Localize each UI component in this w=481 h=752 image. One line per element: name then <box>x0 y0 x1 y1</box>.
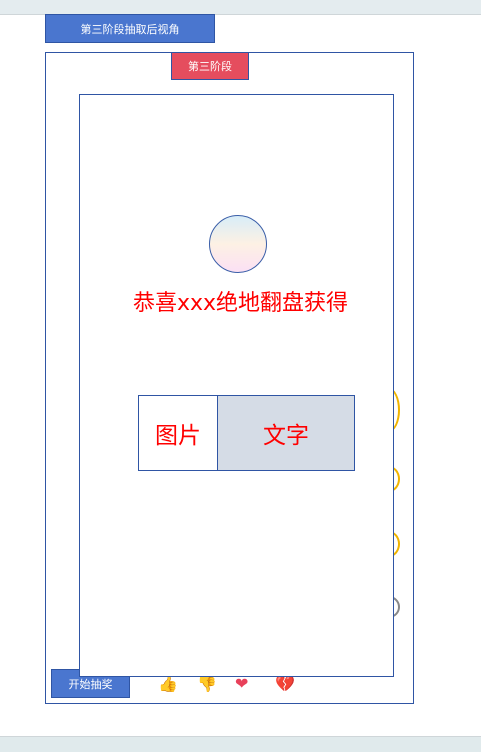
result-modal <box>79 94 394 677</box>
view-after-draw-button[interactable]: 第三阶段抽取后视角 <box>45 14 215 43</box>
prize-card: 图片 文字 <box>138 395 355 471</box>
prize-text: 文字 <box>218 396 354 470</box>
top-bar <box>0 0 481 15</box>
congrats-message: 恭喜xxx绝地翻盘获得 <box>132 291 349 316</box>
prize-image: 图片 <box>139 396 218 470</box>
stage-badge: 第三阶段 <box>171 52 249 80</box>
avatar <box>209 215 267 273</box>
bottom-bar <box>0 736 481 752</box>
